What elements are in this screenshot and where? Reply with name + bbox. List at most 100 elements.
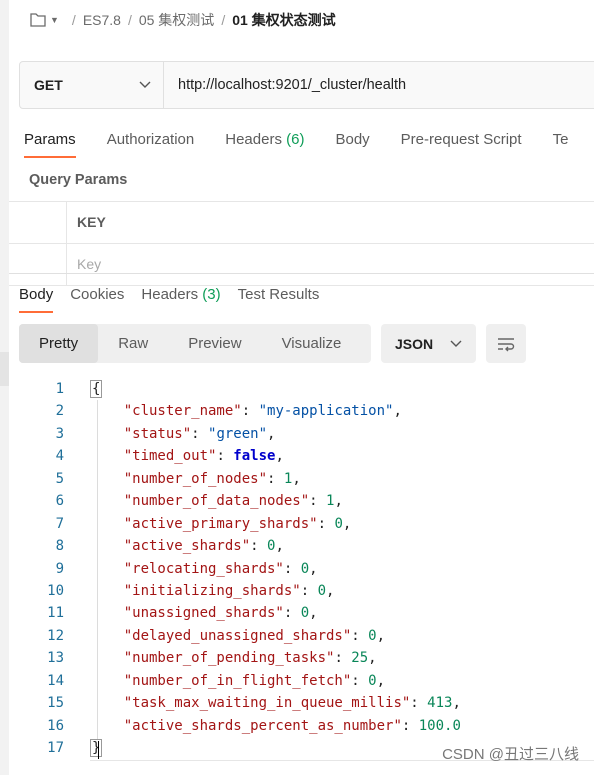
json-key: "cluster_name": [123, 403, 242, 420]
breadcrumb-item-folder[interactable]: 05 集权测试: [139, 10, 214, 30]
view-tab-visualize[interactable]: Visualize: [262, 324, 362, 363]
json-pair: "number_of_data_nodes": 1,: [90, 490, 343, 512]
json-key: "active_shards": [123, 538, 251, 555]
json-pair: "number_of_in_flight_fetch": 0,: [90, 670, 385, 692]
code-line: 13 "number_of_pending_tasks": 25,: [0, 647, 594, 669]
json-pair: "delayed_unassigned_shards": 0,: [90, 625, 385, 647]
code-line: 6 "number_of_data_nodes": 1,: [0, 490, 594, 512]
response-body-editor[interactable]: 1{2 "cluster_name": "my-application", 3 "…: [0, 378, 594, 759]
json-comma: ,: [292, 470, 301, 487]
json-pair: "active_shards_percent_as_number": 100.0: [90, 715, 461, 737]
breadcrumb-separator: /: [127, 12, 132, 28]
code-line: 11 "unassigned_shards": 0,: [0, 602, 594, 624]
breadcrumb-current-request[interactable]: 01 集权状态测试: [232, 10, 335, 30]
tab-label: Authorization: [106, 131, 195, 148]
json-colon: :: [401, 717, 419, 734]
json-key: "task_max_waiting_in_queue_millis": [123, 695, 411, 712]
brace: }: [90, 739, 103, 757]
response-tab-headers[interactable]: Headers (3): [141, 283, 220, 309]
view-tab-preview[interactable]: Preview: [168, 324, 261, 363]
json-key: "number_of_in_flight_fetch": [123, 672, 352, 689]
url-input[interactable]: http://localhost:9201/_cluster/health: [164, 62, 406, 108]
json-comma: ,: [326, 582, 335, 599]
json-colon: :: [283, 560, 301, 577]
request-icon: [30, 13, 46, 27]
tab-label: Te: [552, 131, 569, 148]
json-pair: "active_primary_shards": 0,: [90, 513, 352, 535]
tab-pre-request-script[interactable]: Pre-request Script: [401, 127, 522, 155]
chevron-down-icon[interactable]: ▼: [50, 15, 59, 25]
code-line: 3 "status": "green",: [0, 423, 594, 445]
response-tab-test-results[interactable]: Test Results: [238, 283, 320, 309]
line-number: 7: [55, 515, 64, 532]
json-pair: "timed_out": false,: [90, 445, 284, 467]
format-select[interactable]: JSON: [381, 324, 476, 363]
json-key: "timed_out": [123, 448, 217, 465]
code-line: 9 "relocating_shards": 0,: [0, 558, 594, 580]
breadcrumb: ▼ / ES7.8 / 05 集权测试 / 01 集权状态测试: [30, 8, 336, 32]
json-comma: ,: [376, 627, 386, 644]
json-pair: "cluster_name": "my-application",: [90, 400, 402, 422]
code-line: 10 "initializing_shards": 0,: [0, 580, 594, 602]
line-number: 12: [47, 627, 64, 644]
code-line: 8 "active_shards": 0,: [0, 535, 594, 557]
json-key: "active_shards_percent_as_number": [123, 717, 402, 734]
breadcrumb-item-collection[interactable]: ES7.8: [83, 12, 121, 28]
json-colon: :: [191, 425, 209, 442]
json-comma: ,: [393, 403, 402, 420]
key-column-header: KEY: [66, 202, 106, 243]
view-tab-raw[interactable]: Raw: [98, 324, 168, 363]
line-number: 6: [55, 493, 64, 510]
json-value: "my-application": [258, 403, 394, 420]
json-colon: :: [351, 672, 369, 689]
query-params-title: Query Params: [29, 172, 128, 188]
line-number: 10: [47, 582, 64, 599]
json-key: "number_of_nodes": [123, 470, 268, 487]
json-value: 100.0: [418, 717, 461, 734]
json-comma: ,: [275, 538, 284, 555]
json-comma: ,: [342, 515, 352, 532]
json-key: "initializing_shards": [123, 582, 301, 599]
json-pair: "unassigned_shards": 0,: [90, 602, 318, 624]
code-line: 7 "active_primary_shards": 0,: [0, 513, 594, 535]
json-pair: "number_of_pending_tasks": 25,: [90, 647, 377, 669]
brace: {: [90, 380, 103, 398]
json-value: 0: [317, 582, 327, 599]
response-tabs: Body Cookies Headers (3) Test Results: [19, 283, 336, 313]
tab-label: Headers: [141, 286, 199, 303]
json-colon: :: [241, 403, 259, 420]
response-tab-cookies[interactable]: Cookies: [70, 283, 124, 309]
method-select[interactable]: GET: [20, 62, 164, 108]
code-line: 14 "number_of_in_flight_fetch": 0,: [0, 670, 594, 692]
code-line: 12 "delayed_unassigned_shards": 0,: [0, 625, 594, 647]
chevron-down-icon: [139, 81, 151, 88]
tab-label: Body: [335, 131, 370, 148]
tab-body[interactable]: Body: [335, 127, 369, 155]
tab-params[interactable]: Params: [24, 127, 76, 158]
json-comma: ,: [275, 448, 284, 465]
json-colon: :: [410, 695, 428, 712]
json-colon: :: [309, 493, 327, 510]
method-label: GET: [34, 77, 63, 93]
code-line: 1{: [0, 378, 594, 400]
format-label: JSON: [395, 335, 434, 352]
json-pair: "number_of_nodes": 1,: [90, 468, 301, 490]
tab-count-badge: (6): [286, 131, 305, 148]
wrap-lines-button[interactable]: [486, 324, 526, 363]
tab-tests[interactable]: Te: [553, 127, 569, 155]
json-value: 0: [368, 672, 377, 689]
line-number: 15: [47, 695, 64, 712]
json-key: "status": [123, 425, 192, 442]
json-key: "unassigned_shards": [123, 605, 284, 622]
json-pair: "task_max_waiting_in_queue_millis": 413,: [90, 692, 461, 714]
wrap-lines-icon: [498, 337, 515, 351]
tab-headers[interactable]: Headers (6): [225, 127, 304, 155]
key-input[interactable]: Key: [66, 244, 101, 285]
view-tab-pretty[interactable]: Pretty: [19, 324, 99, 363]
tab-count-badge: (3): [202, 286, 221, 303]
json-colon: :: [334, 650, 352, 667]
tab-authorization[interactable]: Authorization: [107, 127, 195, 155]
response-tab-body[interactable]: Body: [19, 283, 54, 313]
chevron-down-icon: [450, 340, 462, 347]
json-pair: "active_shards": 0,: [90, 535, 284, 557]
